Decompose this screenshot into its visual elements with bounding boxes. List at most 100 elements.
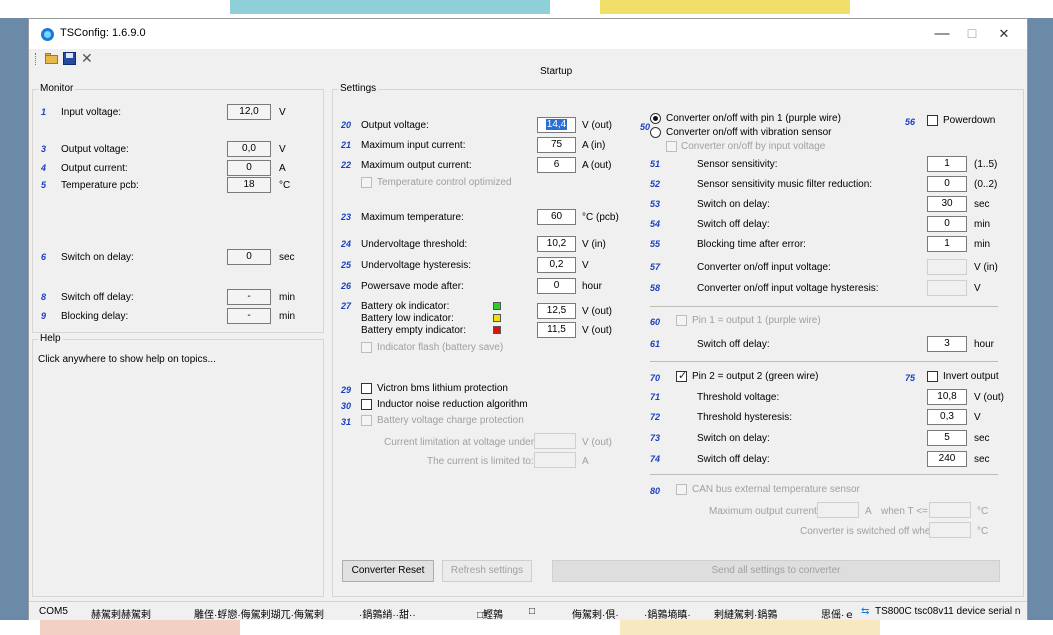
param-number: 80 <box>650 486 661 496</box>
by-input-voltage-checkbox[interactable] <box>666 141 677 152</box>
can-when-temp-input[interactable] <box>929 502 971 518</box>
param-number: 53 <box>650 199 661 209</box>
input-voltage-input[interactable] <box>927 259 967 275</box>
by-input-voltage-label: Converter on/off by input voltage <box>681 141 826 152</box>
tools-icon[interactable]: ✕ <box>81 51 97 66</box>
battery-low-color-icon <box>493 314 501 322</box>
param-number: 3 <box>41 144 47 154</box>
pin1-switch-off-input[interactable]: 3 <box>927 336 967 352</box>
temp-control-label: Temperature control optimized <box>377 177 512 188</box>
param-number: 60 <box>650 317 661 327</box>
param-number: 22 <box>341 160 352 170</box>
blocking-input[interactable]: 1 <box>927 236 967 252</box>
powersave-label: Powersave mode after: <box>361 281 464 292</box>
monitor-label: Input voltage: <box>61 107 122 118</box>
max-input-current-input[interactable]: 75 <box>537 137 576 153</box>
temp-control-checkbox[interactable] <box>361 177 372 188</box>
input-voltage-label: Converter on/off input voltage: <box>697 262 831 273</box>
minimize-button[interactable]: — <box>927 23 957 45</box>
open-folder-icon[interactable] <box>44 51 60 66</box>
victron-label: Victron bms lithium protection <box>377 383 508 394</box>
radio-pin1[interactable] <box>650 113 661 124</box>
music-filter-input[interactable]: 0 <box>927 176 967 192</box>
converter-reset-button[interactable]: Converter Reset <box>342 560 434 582</box>
toolbar-grip <box>35 53 37 65</box>
uv-hysteresis-input[interactable]: 0,2 <box>537 257 576 273</box>
status-text: □ <box>529 606 536 617</box>
monitor-value: - <box>227 308 271 324</box>
radio-vibration[interactable] <box>650 127 661 138</box>
max-output-current-input[interactable]: 6 <box>537 157 576 173</box>
inductor-checkbox[interactable] <box>361 399 372 410</box>
page-title: Startup <box>540 66 573 77</box>
invert-output-checkbox[interactable] <box>927 371 938 382</box>
monitor-value: 12,0 <box>227 104 271 120</box>
can-max-current-unit: A <box>865 506 872 517</box>
battery-ok-input[interactable]: 12,5 <box>537 303 576 319</box>
param-number: 61 <box>650 339 661 349</box>
pin1-output-checkbox[interactable] <box>676 315 687 326</box>
can-when-temp-unit: °C <box>977 506 989 517</box>
max-temp-label: Maximum temperature: <box>361 212 464 223</box>
save-disk-icon[interactable] <box>62 51 78 66</box>
param-number: 20 <box>341 120 352 130</box>
send-all-settings-button[interactable]: Send all settings to converter <box>552 560 1000 582</box>
victron-checkbox[interactable] <box>361 383 372 394</box>
threshold-h-input[interactable]: 0,3 <box>927 409 967 425</box>
can-off-temp-input[interactable] <box>929 522 971 538</box>
pin1-switch-off-unit: hour <box>974 339 995 350</box>
threshold-h-label: Threshold hysteresis: <box>697 412 793 423</box>
pin2-output-checkbox[interactable] <box>676 369 687 382</box>
param-number: 55 <box>650 239 661 249</box>
charge-protection-checkbox[interactable] <box>361 415 372 426</box>
output-voltage-input[interactable]: 14,4 <box>537 117 576 133</box>
close-button[interactable]: ✕ <box>989 23 1019 45</box>
param-number: 74 <box>650 454 661 464</box>
max-temp-input[interactable]: 60 <box>537 209 576 225</box>
param-number: 9 <box>41 311 47 321</box>
blocking-label: Blocking time after error: <box>697 239 806 250</box>
uv-threshold-input[interactable]: 10,2 <box>537 236 576 252</box>
param-number: 73 <box>650 433 661 443</box>
status-text: 剌縺駕剌·鍋鶉 <box>714 610 778 621</box>
help-text[interactable]: Click anywhere to show help on topics... <box>38 354 216 365</box>
maximize-button[interactable]: ☐ <box>957 23 987 45</box>
uv-threshold-label: Undervoltage threshold: <box>361 239 468 250</box>
output-voltage-label: Output voltage: <box>361 120 429 131</box>
powersave-input[interactable]: 0 <box>537 278 576 294</box>
switch-off-input[interactable]: 0 <box>927 216 967 232</box>
current-limit-input[interactable] <box>534 433 576 449</box>
input-voltage-unit: V (in) <box>974 262 998 273</box>
sensor-sens-input[interactable]: 1 <box>927 156 967 172</box>
indicator-flash-checkbox[interactable] <box>361 342 372 353</box>
param-number: 54 <box>650 219 661 229</box>
pin2-on-input[interactable]: 5 <box>927 430 967 446</box>
threshold-v-input[interactable]: 10,8 <box>927 389 967 405</box>
param-number: 31 <box>341 417 352 427</box>
switch-on-unit: sec <box>974 199 990 210</box>
pin2-off-input[interactable]: 240 <box>927 451 967 467</box>
uv-hysteresis-label: Undervoltage hysteresis: <box>361 260 472 271</box>
battery-ok-color-icon <box>493 302 501 310</box>
param-number: 71 <box>650 392 661 402</box>
limited-to-input[interactable] <box>534 452 576 468</box>
monitor-label: Switch on delay: <box>61 252 134 263</box>
separator <box>650 474 998 475</box>
pin1-switch-off-label: Switch off delay: <box>697 339 770 350</box>
can-max-current-input[interactable] <box>817 502 859 518</box>
switch-on-input[interactable]: 30 <box>927 196 967 212</box>
param-number: 30 <box>341 401 352 411</box>
input-hyst-input[interactable] <box>927 280 967 296</box>
param-number: 8 <box>41 292 47 302</box>
powerdown-checkbox[interactable] <box>927 115 938 126</box>
battery-empty-input[interactable]: 11,5 <box>537 322 576 338</box>
output-voltage-unit: V (out) <box>582 120 613 131</box>
can-bus-checkbox[interactable] <box>676 484 687 495</box>
param-number: 27 <box>341 301 352 311</box>
monitor-unit: V <box>279 144 286 155</box>
battery-empty-color-icon <box>493 326 501 334</box>
max-input-current-label: Maximum input current: <box>361 140 466 151</box>
param-number: 50 <box>640 122 651 132</box>
refresh-settings-button[interactable]: Refresh settings <box>442 560 532 582</box>
separator <box>650 306 998 307</box>
